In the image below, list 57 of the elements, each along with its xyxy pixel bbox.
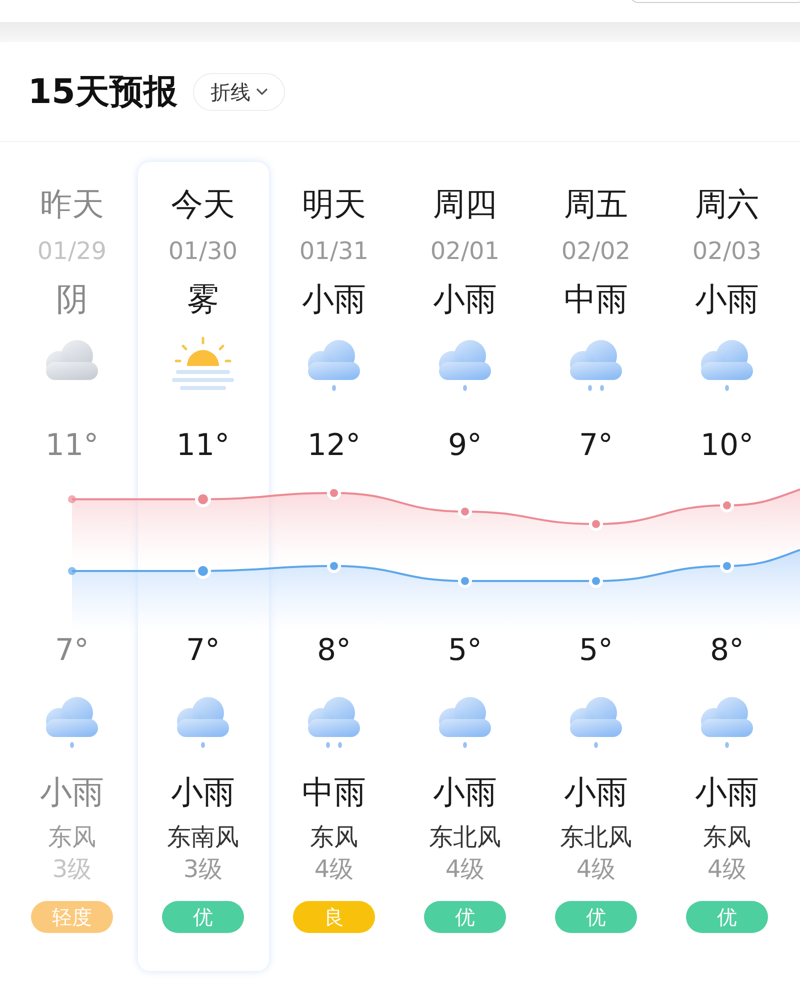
air-quality-badge: 优 — [686, 901, 768, 933]
wind-level: 4级 — [314, 854, 354, 884]
date-label: 01/31 — [299, 236, 369, 266]
high-temperature: 11° — [176, 427, 230, 465]
day-name: 周四 — [433, 184, 497, 224]
air-quality-badge: 优 — [555, 901, 637, 933]
low-temperature: 5° — [448, 632, 482, 670]
high-temperature: 10° — [700, 427, 754, 465]
section-title: 15天预报 — [28, 74, 178, 108]
day-name: 明天 — [302, 184, 366, 224]
low-temperature: 8° — [316, 632, 352, 670]
day-weather: 中雨 — [564, 279, 628, 319]
wind-direction: 东南风 — [167, 822, 239, 852]
chevron-down-icon — [256, 88, 268, 96]
day-name: 周六 — [695, 184, 759, 224]
wind-direction: 东北风 — [429, 822, 501, 852]
date-label: 02/01 — [430, 236, 500, 266]
night-weather: 小雨 — [40, 772, 104, 812]
wind-direction: 东风 — [310, 822, 358, 852]
night-weather: 小雨 — [433, 772, 497, 812]
wind-level: 4级 — [707, 854, 747, 884]
date-label: 02/02 — [561, 236, 631, 266]
day-weather: 小雨 — [695, 279, 759, 319]
night-weather: 小雨 — [695, 772, 759, 812]
air-quality-badge: 优 — [424, 901, 506, 933]
night-weather: 小雨 — [564, 772, 628, 812]
night-weather: 中雨 — [302, 772, 366, 812]
day-name: 周五 — [564, 184, 628, 224]
date-label: 02/03 — [692, 236, 762, 266]
view-dropdown[interactable]: 折线 — [193, 72, 286, 110]
high-temperature: 11° — [45, 427, 99, 465]
low-temperature: 7° — [54, 632, 90, 670]
date-label: 01/30 — [168, 236, 238, 266]
low-temperature: 5° — [578, 632, 614, 670]
high-temperature: 12° — [307, 427, 361, 465]
day-weather: 小雨 — [433, 279, 497, 319]
day-name: 今天 — [171, 184, 235, 224]
wind-level: 3级 — [183, 854, 223, 884]
day-weather: 雾 — [187, 279, 219, 319]
air-quality-badge: 轻度 — [31, 901, 113, 933]
wind-level: 4级 — [576, 854, 616, 884]
high-temperature: 9° — [448, 427, 482, 465]
wind-direction: 东风 — [703, 822, 751, 852]
low-temperature: 7° — [186, 632, 220, 670]
date-label: 01/29 — [37, 236, 107, 266]
high-temperature: 7° — [578, 427, 614, 465]
air-quality-badge: 优 — [162, 901, 244, 933]
day-weather: 阴 — [56, 279, 88, 319]
low-temperature: 8° — [710, 632, 744, 670]
day-weather: 小雨 — [302, 279, 366, 319]
air-quality-badge: 良 — [293, 901, 375, 933]
wind-level: 3级 — [52, 854, 92, 884]
day-name: 昨天 — [40, 184, 104, 224]
wind-level: 4级 — [445, 854, 485, 884]
wind-direction: 东风 — [48, 822, 96, 852]
wind-direction: 东北风 — [560, 822, 632, 852]
night-weather: 小雨 — [171, 772, 235, 812]
